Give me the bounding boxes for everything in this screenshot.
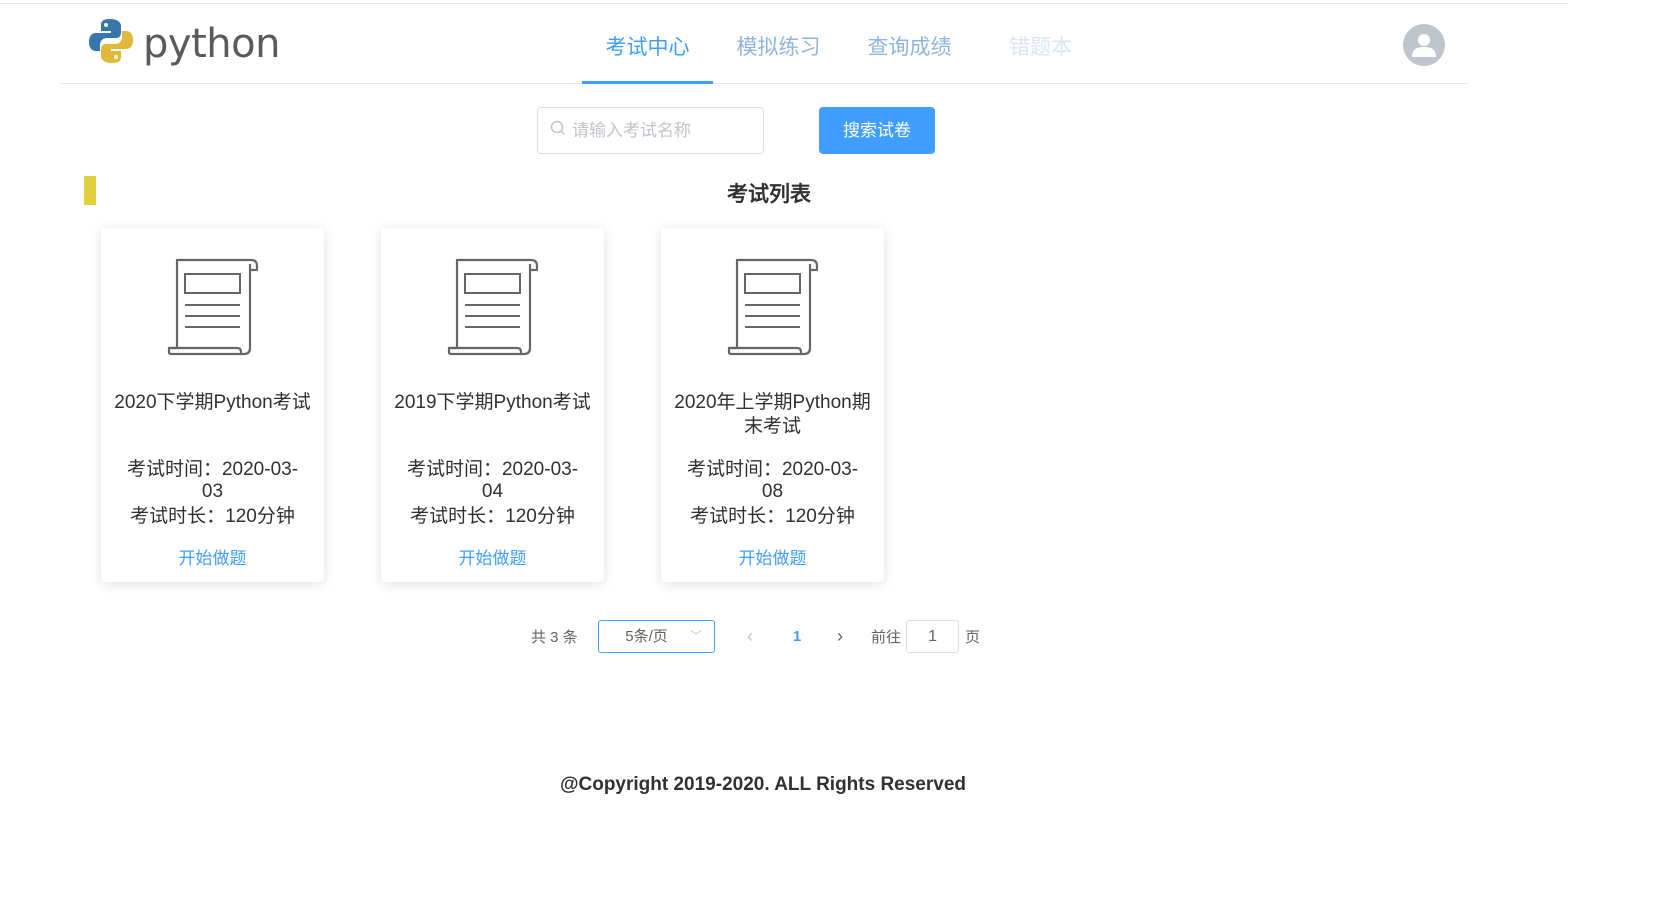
search-box bbox=[537, 107, 764, 154]
exam-paper-icon bbox=[447, 256, 539, 361]
main-nav: 考试中心 模拟练习 查询成绩 错题本 bbox=[582, 4, 1106, 84]
tab-exam-center[interactable]: 考试中心 bbox=[582, 4, 713, 84]
exam-duration: 考试时长：120分钟 bbox=[690, 506, 855, 527]
exam-title: 2020下学期Python考试 bbox=[114, 392, 311, 413]
start-exam-link[interactable]: 开始做题 bbox=[101, 544, 324, 569]
exam-paper-icon bbox=[167, 256, 259, 361]
exam-time: 考试时间：2020-03-04 bbox=[406, 459, 579, 502]
exam-card: 2020下学期Python考试 考试时间：2020-03-03 考试时长：120… bbox=[101, 228, 324, 582]
pagination-total: 共 3 条 bbox=[531, 629, 578, 646]
python-logo-icon bbox=[87, 17, 135, 70]
exam-time: 考试时间：2020-03-08 bbox=[686, 459, 859, 502]
tab-mock-practice[interactable]: 模拟练习 bbox=[713, 4, 844, 84]
page-number[interactable]: 1 bbox=[781, 628, 813, 645]
prev-page-icon[interactable]: ‹ bbox=[735, 626, 765, 647]
exam-title: 2020年上学期Python期末考试 bbox=[674, 392, 871, 437]
exam-card: 2019下学期Python考试 考试时间：2020-03-04 考试时长：120… bbox=[381, 228, 604, 582]
logo-text: python bbox=[143, 20, 280, 67]
tab-wrong-questions[interactable]: 错题本 bbox=[975, 4, 1106, 84]
start-exam-link[interactable]: 开始做题 bbox=[661, 544, 884, 569]
exam-paper-icon bbox=[727, 256, 819, 361]
user-avatar-icon[interactable] bbox=[1403, 24, 1445, 66]
page-unit-label: 页 bbox=[965, 629, 981, 646]
page-size-value: 5条/页 bbox=[625, 628, 668, 645]
search-button[interactable]: 搜索试卷 bbox=[819, 107, 935, 154]
exam-title: 2019下学期Python考试 bbox=[394, 392, 591, 413]
tab-query-scores[interactable]: 查询成绩 bbox=[844, 4, 975, 84]
search-icon bbox=[550, 120, 566, 141]
exam-time: 考试时间：2020-03-03 bbox=[126, 459, 299, 502]
header: python 考试中心 模拟练习 查询成绩 错题本 bbox=[60, 4, 1468, 84]
page-size-select[interactable]: 5条/页 ﹀ bbox=[598, 620, 715, 653]
exam-card: 2020年上学期Python期末考试 考试时间：2020-03-08 考试时长：… bbox=[661, 228, 884, 582]
chevron-down-icon: ﹀ bbox=[689, 629, 702, 643]
section-marker bbox=[84, 176, 96, 205]
pagination: 共 3 条 5条/页 ﹀ ‹ 1 › 前往 页 bbox=[531, 620, 980, 653]
section-title: 考试列表 bbox=[727, 183, 811, 206]
logo[interactable]: python bbox=[87, 17, 280, 70]
footer-copyright: @Copyright 2019-2020. ALL Rights Reserve… bbox=[559, 774, 967, 795]
exam-duration: 考试时长：120分钟 bbox=[410, 506, 575, 527]
start-exam-link[interactable]: 开始做题 bbox=[381, 544, 604, 569]
exam-duration: 考试时长：120分钟 bbox=[130, 506, 295, 527]
goto-page-input[interactable] bbox=[906, 620, 960, 653]
goto-label: 前往 bbox=[871, 629, 902, 646]
next-page-icon[interactable]: › bbox=[825, 626, 855, 647]
search-input[interactable] bbox=[572, 120, 752, 141]
